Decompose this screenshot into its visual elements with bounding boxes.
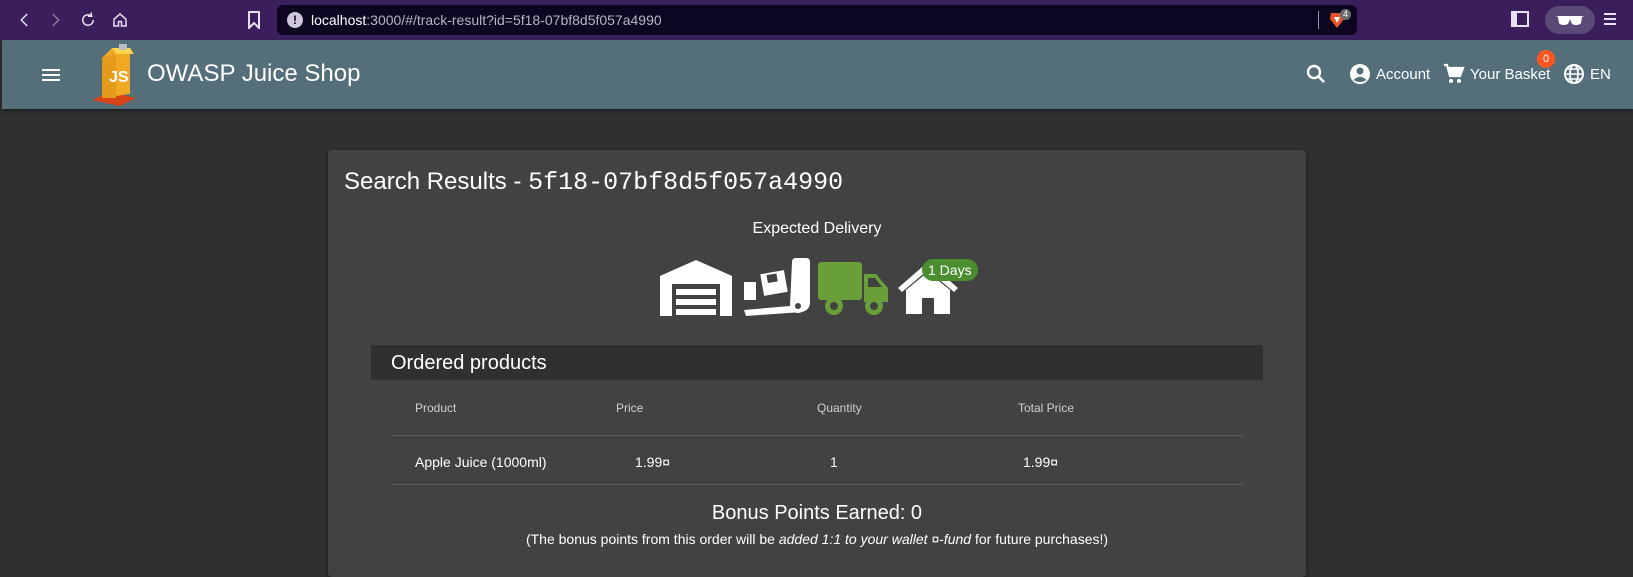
app-title[interactable]: OWASP Juice Shop	[147, 60, 360, 88]
search-icon	[1306, 64, 1325, 83]
menu-icon[interactable]	[1600, 9, 1620, 29]
address-bar[interactable]: ! localhost:3000/#/track-result?id=5f18-…	[277, 5, 1357, 35]
table-divider	[391, 435, 1243, 436]
globe-icon	[1564, 64, 1584, 84]
forward-icon[interactable]	[44, 9, 66, 31]
search-results-title: Search Results - 5f18-07bf8d5f057a4990	[344, 168, 844, 197]
cell-quantity: 1	[830, 454, 838, 470]
dolly-flatbed-icon	[744, 258, 810, 316]
bookmark-icon[interactable]	[247, 11, 261, 29]
column-header-total-price[interactable]: Total Price	[1018, 401, 1074, 415]
days-badge: 1 Days	[922, 259, 978, 281]
cell-total-price: 1.99¤	[1023, 454, 1059, 470]
language-button[interactable]: EN	[1562, 62, 1611, 86]
basket-label: Your Basket	[1470, 65, 1551, 83]
track-result-card: Search Results - 5f18-07bf8d5f057a4990 E…	[328, 150, 1306, 577]
cell-product: Apple Juice (1000ml)	[415, 454, 547, 470]
warehouse-icon	[660, 260, 732, 316]
juice-shop-logo[interactable]: JS	[90, 44, 142, 106]
account-label: Account	[1376, 65, 1431, 83]
delivery-truck-icon	[818, 262, 888, 315]
order-id: 5f18-07bf8d5f057a4990	[528, 168, 844, 197]
url-divider	[1318, 11, 1319, 29]
hamburger-menu-icon[interactable]	[39, 63, 63, 87]
app-toolbar: JS OWASP Juice Shop Account Your Basket …	[2, 40, 1633, 109]
reload-icon[interactable]	[77, 9, 99, 31]
basket-count-badge: 0	[1537, 50, 1555, 68]
back-icon[interactable]	[14, 9, 36, 31]
search-button[interactable]	[1304, 62, 1328, 86]
account-circle-icon	[1350, 64, 1370, 84]
bonus-points-note: (The bonus points from this order will b…	[525, 531, 1109, 547]
expected-delivery-label: Expected Delivery	[752, 220, 882, 237]
sidebar-toggle-icon[interactable]	[1510, 9, 1530, 29]
ordered-products-header: Ordered products	[371, 345, 1263, 380]
table-divider	[391, 484, 1243, 485]
language-label: EN	[1590, 65, 1611, 83]
shield-count-badge: 4	[1340, 9, 1352, 20]
cell-price: 1.99¤	[635, 454, 671, 470]
url-text: localhost:3000/#/track-result?id=5f18-07…	[311, 12, 662, 28]
account-button[interactable]: Account	[1348, 62, 1430, 86]
column-header-price[interactable]: Price	[616, 401, 643, 415]
basket-button[interactable]: Your Basket	[1442, 62, 1550, 86]
delivery-status-icons	[660, 258, 960, 316]
svg-text:JS: JS	[109, 69, 129, 86]
private-window-indicator[interactable]	[1545, 6, 1595, 34]
column-header-product[interactable]: Product	[415, 401, 456, 415]
site-info-icon[interactable]: !	[287, 12, 303, 28]
bonus-points-heading: Bonus Points Earned: 0	[711, 502, 923, 524]
browser-toolbar: ! localhost:3000/#/track-result?id=5f18-…	[0, 0, 1633, 40]
shopping-cart-icon	[1444, 63, 1465, 83]
column-header-quantity[interactable]: Quantity	[817, 401, 862, 415]
ordered-products-title: Ordered products	[391, 352, 547, 374]
home-icon[interactable]	[109, 9, 131, 31]
glasses-icon	[1556, 16, 1584, 25]
